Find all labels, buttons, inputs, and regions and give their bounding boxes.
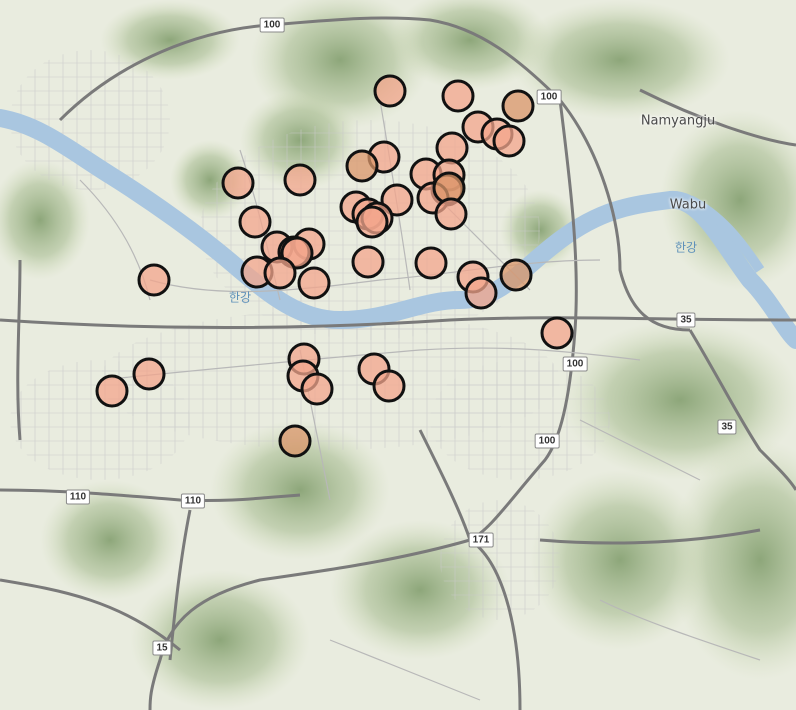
map-marker[interactable] bbox=[492, 124, 526, 158]
map-marker[interactable] bbox=[441, 79, 475, 113]
map-marker[interactable] bbox=[434, 197, 468, 231]
map-marker[interactable] bbox=[372, 369, 406, 403]
map-marker[interactable] bbox=[540, 316, 574, 350]
map-canvas[interactable]: Namyangju Wabu 한강 한강 100 100 100 100 35 … bbox=[0, 0, 796, 710]
map-marker[interactable] bbox=[464, 276, 498, 310]
map-marker[interactable] bbox=[300, 372, 334, 406]
map-marker[interactable] bbox=[283, 163, 317, 197]
map-marker[interactable] bbox=[137, 263, 171, 297]
map-marker[interactable] bbox=[297, 266, 331, 300]
map-marker[interactable] bbox=[435, 131, 469, 165]
map-marker[interactable] bbox=[263, 256, 297, 290]
map-marker[interactable] bbox=[221, 166, 255, 200]
map-marker[interactable] bbox=[499, 258, 533, 292]
map-marker[interactable] bbox=[278, 424, 312, 458]
map-marker[interactable] bbox=[238, 205, 272, 239]
map-marker[interactable] bbox=[132, 357, 166, 391]
map-marker[interactable] bbox=[95, 374, 129, 408]
map-marker[interactable] bbox=[501, 89, 535, 123]
map-marker[interactable] bbox=[345, 149, 379, 183]
map-marker[interactable] bbox=[414, 246, 448, 280]
map-marker[interactable] bbox=[355, 205, 389, 239]
markers-layer bbox=[95, 74, 574, 458]
map-marker[interactable] bbox=[373, 74, 407, 108]
map-marker[interactable] bbox=[351, 245, 385, 279]
